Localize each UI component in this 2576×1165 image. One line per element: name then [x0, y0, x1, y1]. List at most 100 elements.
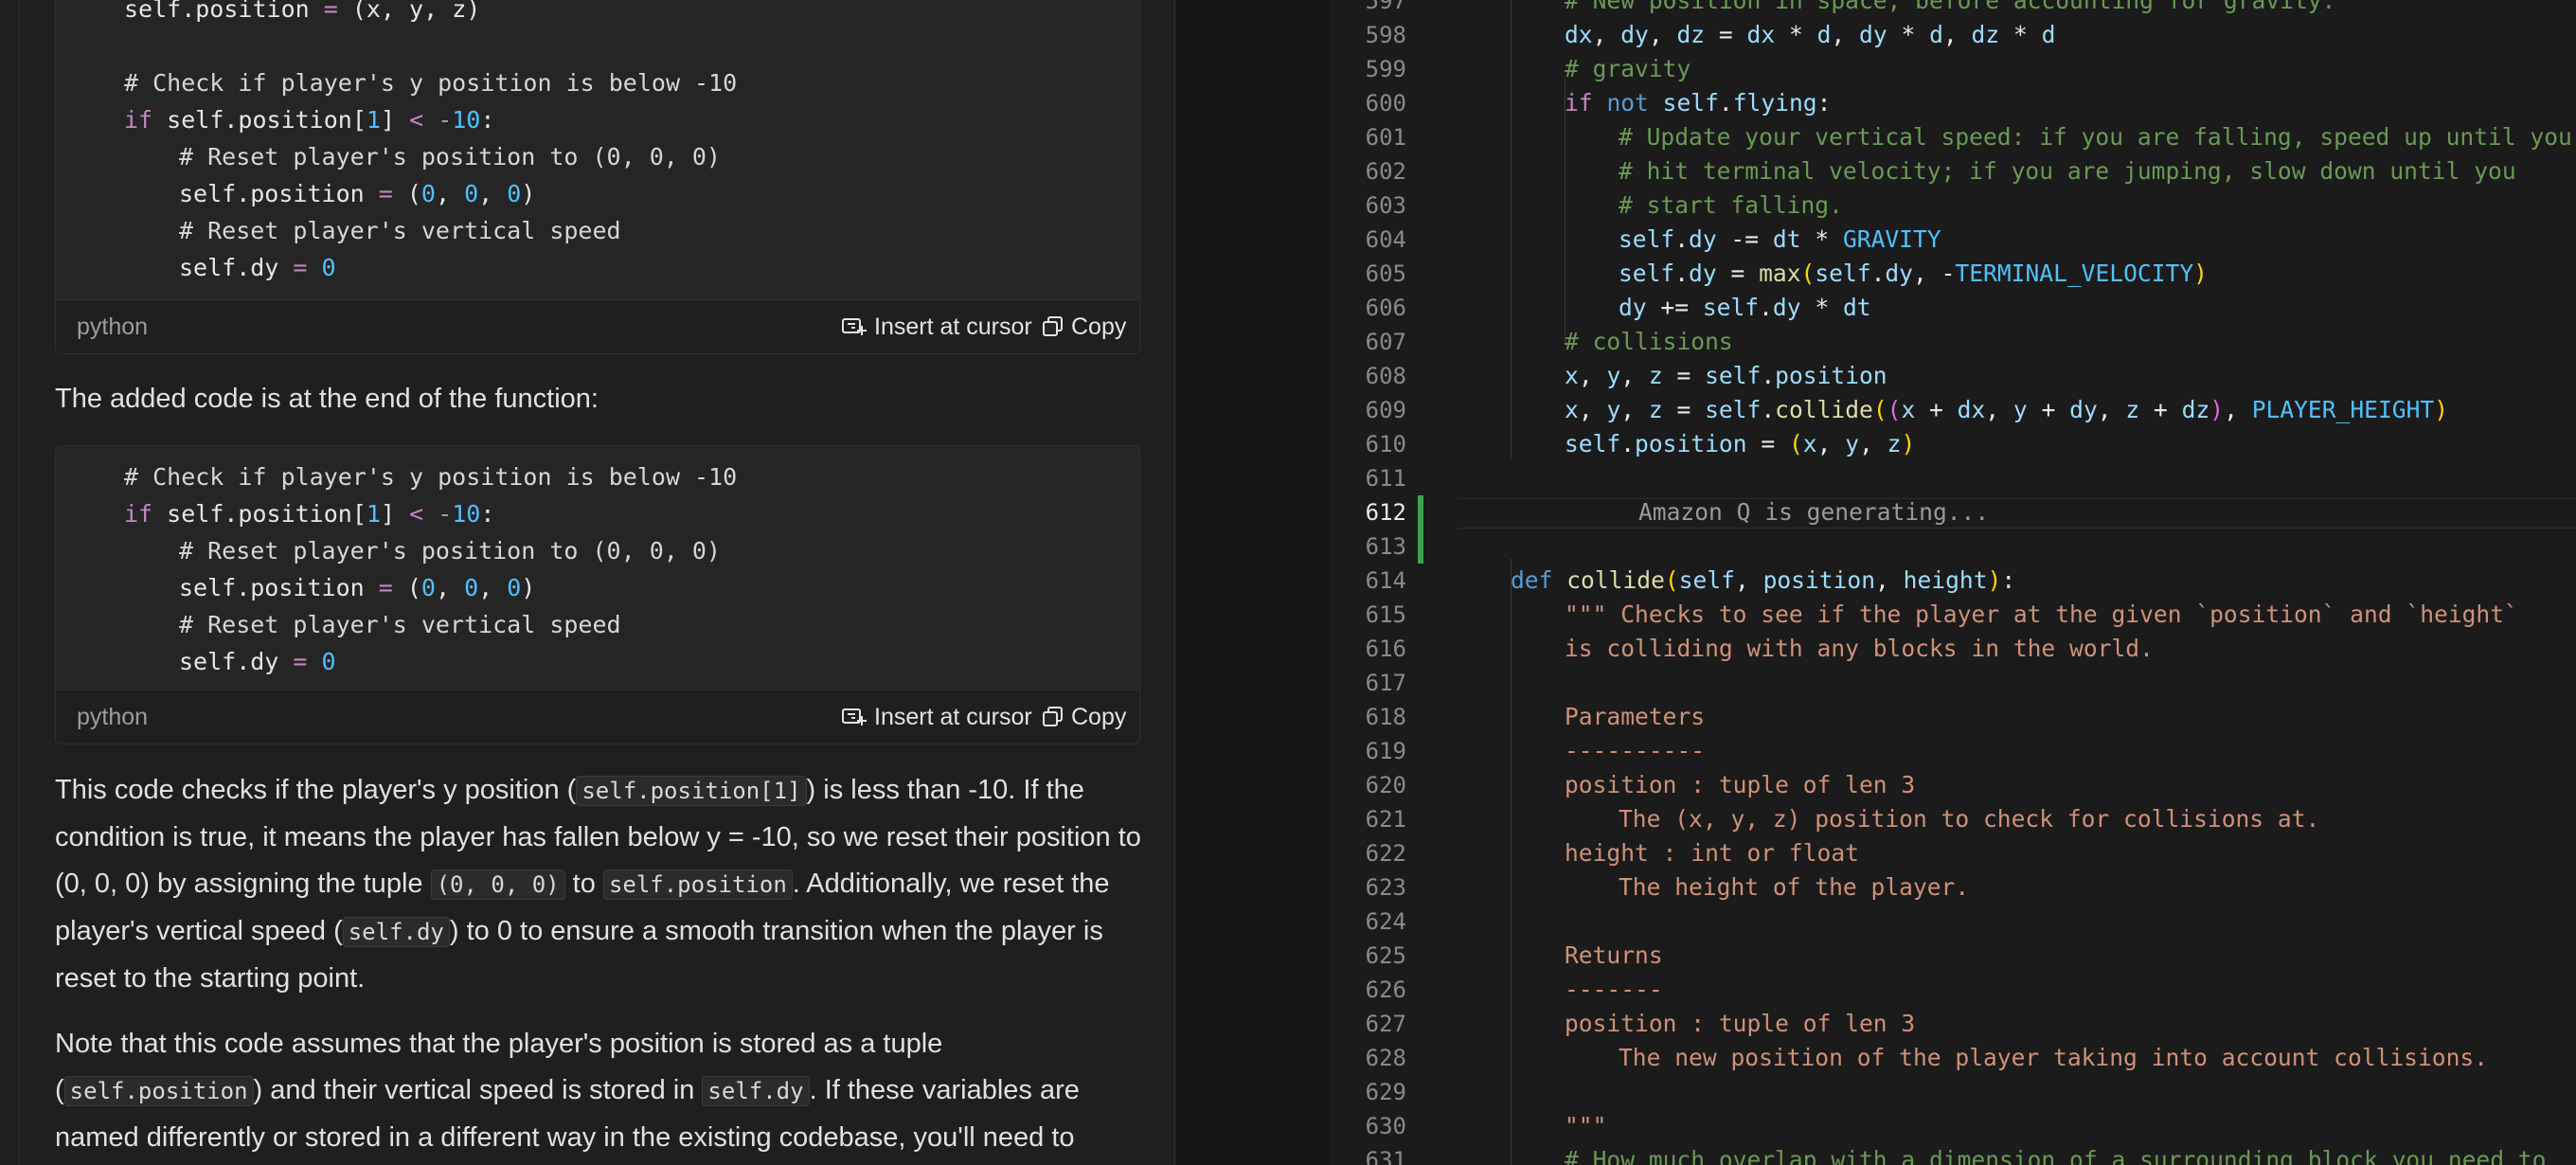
code-token: .: [1870, 260, 1886, 287]
code-token: dz: [1971, 21, 2000, 48]
code-token: =: [323, 0, 338, 23]
code-token: self.position[: [152, 500, 367, 528]
code-token: y: [1606, 362, 1621, 389]
insert-at-cursor-button[interactable]: Insert at cursor: [842, 312, 1032, 342]
code-token: 0: [420, 180, 436, 207]
code-token: dy: [2069, 396, 2098, 423]
source-line[interactable]: # How much overlap with a dimension of a…: [1565, 1143, 2546, 1165]
code-token: +: [1915, 396, 1958, 423]
code-token: TERMINAL_VELOCITY: [1955, 260, 2194, 287]
line-number: 621: [1365, 806, 1406, 833]
source-line[interactable]: Returns: [1565, 939, 1663, 973]
code-token: dt: [1842, 294, 1871, 321]
source-line[interactable]: x, y, z = self.collide((x + dx, y + dy, …: [1565, 393, 2448, 427]
source-line[interactable]: # collisions: [1565, 325, 1733, 359]
source-line[interactable]: ----------: [1565, 734, 1705, 768]
source-line[interactable]: """ Checks to see if the player at the g…: [1565, 598, 2518, 632]
line-number: 627: [1365, 1011, 1406, 1037]
source-line[interactable]: -------: [1565, 973, 1663, 1007]
source-line[interactable]: self.position = (x, y, z): [1565, 427, 1915, 461]
copy-button[interactable]: Copy: [1043, 312, 1126, 342]
line-number: 625: [1365, 942, 1406, 969]
code-token: .: [1620, 430, 1636, 457]
code-token: self.position: [124, 0, 324, 23]
source-line[interactable]: dy += self.dy * dt: [1619, 291, 1871, 325]
code-token: dy: [1772, 294, 1801, 321]
source-line[interactable]: position : tuple of len 3: [1565, 768, 1915, 802]
code-token: *: [1887, 21, 1930, 48]
chat-panel-border: [19, 0, 20, 1165]
line-number: 614: [1365, 567, 1406, 594]
source-line[interactable]: # New position in space, before accounti…: [1565, 0, 2335, 18]
code-token: 0: [507, 180, 522, 207]
source-line[interactable]: x, y, z = self.position: [1565, 359, 1887, 393]
code-token: position: [1635, 430, 1747, 457]
code-token: ): [2434, 396, 2449, 423]
source-line[interactable]: self.dy -= dt * GRAVITY: [1619, 223, 1941, 257]
code-token: ,: [1578, 362, 1607, 389]
source-line[interactable]: Parameters: [1565, 700, 1705, 734]
line-number: 599: [1365, 56, 1406, 82]
code-token: 0: [507, 574, 522, 601]
code-token: ,: [1875, 566, 1904, 594]
source-line[interactable]: self.dy = max(self.dy, -TERMINAL_VELOCIT…: [1619, 257, 2208, 291]
code-token: ]: [380, 500, 410, 528]
line-number: 598: [1365, 22, 1406, 48]
code-editor[interactable]: 597 # New position in space, before accou…: [1331, 0, 2576, 1165]
source-line[interactable]: def collide(self, position, height):: [1511, 564, 2015, 598]
source-line[interactable]: # Update your vertical speed: if you are…: [1619, 120, 2572, 154]
insert-at-cursor-label: Insert at cursor: [874, 313, 1032, 340]
code-token: ,: [1620, 396, 1649, 423]
inline-code: (0, 0, 0): [430, 869, 565, 900]
line-number: 615: [1365, 601, 1406, 628]
code-token: =: [293, 254, 308, 281]
line-number: 608: [1365, 363, 1406, 389]
code-token: x: [1901, 396, 1916, 423]
code-token: # New position in space, before accounti…: [1565, 0, 2336, 14]
source-line[interactable]: dx, dy, dz = dx * d, dy * d, dz * d: [1565, 18, 2055, 52]
code-line: # Check if player's y position is below …: [124, 459, 737, 495]
source-line[interactable]: height : int or float: [1565, 836, 1859, 870]
inline-code: self.position: [63, 1076, 254, 1106]
line-number: 631: [1365, 1147, 1406, 1165]
code-token: (: [392, 574, 421, 601]
code-token: :: [1816, 89, 1832, 116]
inline-code: self.dy: [342, 917, 450, 947]
text: to: [564, 869, 603, 899]
code-block-footer: python Insert at cursor Copy: [56, 690, 1139, 744]
code-token: if: [124, 106, 153, 134]
code-token: ]: [380, 106, 410, 134]
code-token: ): [1987, 566, 2002, 594]
code-line: self.position = (0, 0, 0): [179, 570, 535, 606]
code-token: ,: [2224, 396, 2252, 423]
source-line[interactable]: if not self.flying:: [1565, 86, 1831, 120]
source-line[interactable]: # gravity: [1565, 52, 1690, 86]
source-line[interactable]: is colliding with any blocks in the worl…: [1565, 632, 2154, 666]
code-token: -: [438, 106, 453, 134]
line-number: 617: [1365, 670, 1406, 696]
source-line[interactable]: The (x, y, z) position to check for coll…: [1619, 802, 2319, 836]
code-token: dx: [1746, 21, 1776, 48]
source-line[interactable]: """: [1565, 1109, 1606, 1143]
code-token: ,: [435, 180, 465, 207]
code-token: ,: [478, 180, 508, 207]
code-token: dx: [1957, 396, 1986, 423]
panel-divider[interactable]: [1174, 0, 1175, 1165]
source-line[interactable]: The height of the player.: [1619, 870, 1969, 905]
code-token: # Check if player's y position is below …: [124, 463, 738, 491]
source-line[interactable]: The new position of the player taking in…: [1619, 1041, 2488, 1075]
code-token: # How much overlap with a dimension of a…: [1565, 1146, 2547, 1165]
source-line[interactable]: # start falling.: [1619, 188, 1843, 223]
code-token: dz: [2181, 396, 2210, 423]
code-token: flying: [1732, 89, 1817, 116]
code-token: =: [293, 648, 308, 675]
line-number: 622: [1365, 840, 1406, 867]
copy-button[interactable]: Copy: [1043, 702, 1126, 732]
insert-at-cursor-button[interactable]: Insert at cursor: [842, 702, 1032, 732]
code-token: ,: [1620, 362, 1649, 389]
code-token: d: [1929, 21, 1943, 48]
code-line: if self.position[1] < -10:: [124, 102, 494, 138]
source-line[interactable]: position : tuple of len 3: [1565, 1007, 1915, 1041]
source-line[interactable]: # hit terminal velocity; if you are jump…: [1619, 154, 2516, 188]
